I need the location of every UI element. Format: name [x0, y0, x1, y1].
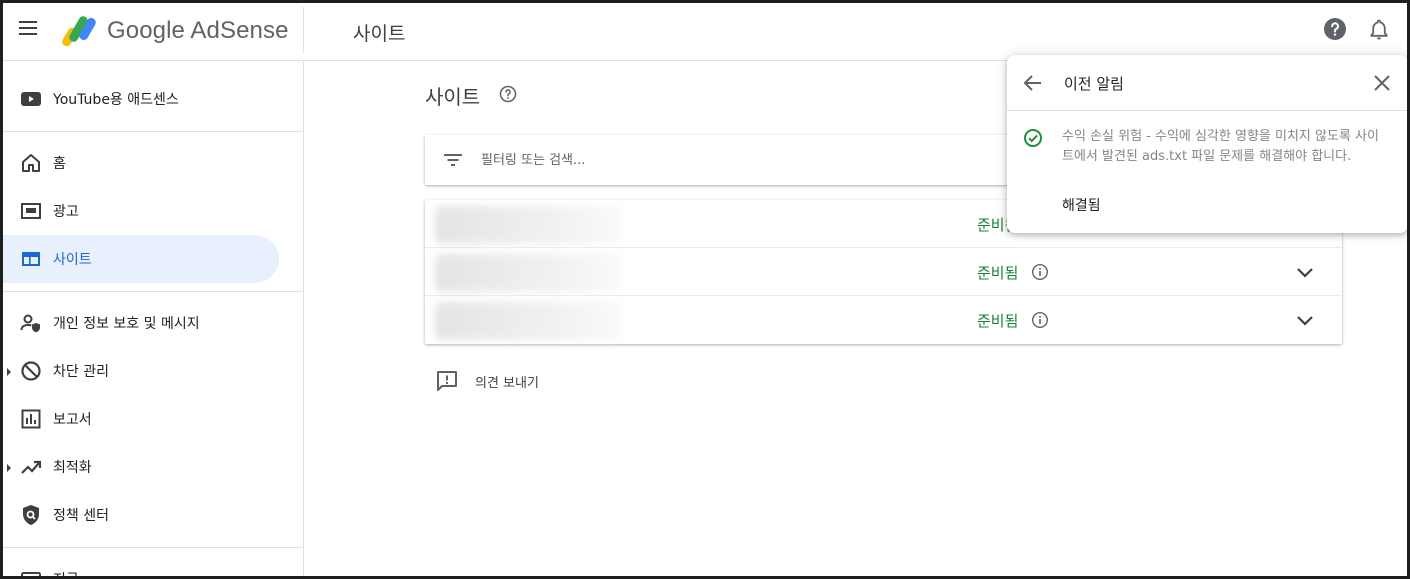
chevron-down-icon[interactable]: [1293, 308, 1317, 332]
adsense-window: Google AdSense 사이트 YouTube용 애드센스 홈 광고 사이…: [0, 0, 1410, 579]
adsense-logo-icon: [62, 16, 96, 47]
youtube-icon: [21, 92, 41, 106]
sidebar-item-payments[interactable]: 지급: [3, 555, 279, 576]
sidebar-item-label: 보고서: [53, 412, 92, 428]
site-status: 준비됨: [977, 264, 1019, 282]
sidebar-item-optimization[interactable]: 최적화: [3, 443, 279, 491]
person-shield-icon: [20, 314, 40, 333]
redacted-site-name: [435, 302, 621, 340]
sidebar-item-label: 차단 관리: [53, 364, 109, 380]
sidebar-item-label: 최적화: [53, 460, 92, 476]
sidebar-item-label: 홈: [53, 156, 66, 172]
panel-header: 이전 알림: [1007, 55, 1407, 111]
help-icon[interactable]: [1323, 17, 1347, 41]
page-title: 사이트: [425, 85, 481, 109]
table-row[interactable]: 준비됨: [425, 248, 1342, 296]
chevron-down-icon[interactable]: [1293, 260, 1317, 284]
panel-title: 이전 알림: [1064, 75, 1124, 93]
sidebar-divider: [3, 547, 304, 548]
sidebar-divider: [3, 131, 304, 132]
header-section-title: 사이트: [353, 23, 406, 45]
ads-icon: [21, 203, 41, 219]
info-icon[interactable]: [1031, 311, 1049, 329]
sidebar-item-label: 사이트: [53, 252, 92, 268]
notification-message: 수익 손실 위험 - 수익에 심각한 영향을 미치지 않도록 사이트에서 발견된…: [1062, 129, 1379, 164]
header-divider: [303, 7, 304, 53]
sidebar-item-label: 지급: [53, 569, 79, 576]
notifications-bell-icon[interactable]: [1367, 17, 1391, 41]
previous-notifications-panel: 이전 알림 수익 손실 위험 - 수익에 심각한 영향을 미치지 않도록 사이트…: [1007, 55, 1407, 233]
brand-name: Google AdSense: [107, 17, 289, 44]
main-menu-button[interactable]: [19, 21, 41, 39]
close-icon[interactable]: [1370, 71, 1394, 95]
sidebar-item-youtube[interactable]: YouTube용 애드센스: [3, 75, 279, 123]
redacted-site-name: [435, 206, 621, 244]
policy-icon: [23, 505, 39, 525]
sidebar-nav: YouTube용 애드센스 홈 광고 사이트 개인 정보 보호 및 메시지 차단…: [3, 61, 304, 576]
trending-up-icon: [21, 460, 42, 474]
sidebar-item-home[interactable]: 홈: [3, 139, 279, 187]
filter-search-input[interactable]: [481, 143, 981, 177]
send-feedback-button[interactable]: 의견 보내기: [435, 367, 539, 395]
expand-caret-icon: [7, 464, 11, 472]
sidebar-item-blocking[interactable]: 차단 관리: [3, 347, 279, 395]
redacted-site-name: [435, 254, 621, 292]
home-icon: [22, 154, 40, 172]
block-icon: [21, 361, 41, 381]
check-circle-icon: [1024, 129, 1042, 147]
notification-status: 해결됨: [1062, 198, 1101, 214]
sidebar-item-privacy[interactable]: 개인 정보 보호 및 메시지: [3, 299, 279, 347]
back-arrow-icon[interactable]: [1021, 71, 1045, 95]
expand-caret-icon: [7, 368, 11, 376]
sidebar-item-label: YouTube용 애드센스: [53, 92, 179, 108]
web-icon: [22, 252, 40, 266]
send-feedback-label: 의견 보내기: [475, 375, 539, 391]
sidebar-divider: [3, 291, 304, 292]
table-row[interactable]: 준비됨: [425, 296, 1342, 344]
sidebar-item-reports[interactable]: 보고서: [3, 395, 279, 443]
sidebar-item-sites[interactable]: 사이트: [3, 235, 279, 283]
site-status: 준비됨: [977, 312, 1019, 330]
sidebar-item-label: 광고: [53, 204, 79, 220]
sidebar-item-policy-center[interactable]: 정책 센터: [3, 491, 279, 539]
help-outline-icon[interactable]: [499, 85, 517, 103]
top-app-bar: Google AdSense 사이트: [3, 3, 1407, 61]
sidebar-item-label: 정책 센터: [53, 508, 109, 524]
info-icon[interactable]: [1031, 263, 1049, 281]
sidebar-item-label: 개인 정보 보호 및 메시지: [53, 316, 200, 332]
sidebar-item-ads[interactable]: 광고: [3, 187, 279, 235]
filter-list-icon[interactable]: [443, 150, 463, 170]
payments-icon: [21, 572, 41, 576]
feedback-icon: [437, 371, 457, 391]
reports-icon: [21, 409, 41, 429]
